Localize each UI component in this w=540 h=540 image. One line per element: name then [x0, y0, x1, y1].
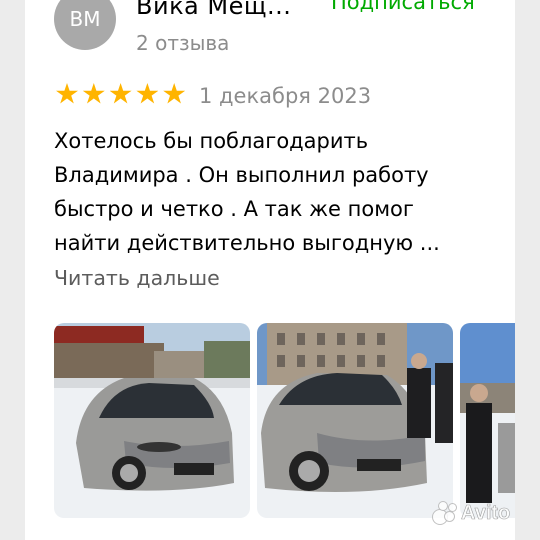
review-photo-2[interactable]	[257, 323, 453, 518]
review-text: Хотелось бы поблагодарить Владимира . Он…	[54, 129, 440, 255]
review-photo-3[interactable]	[460, 323, 515, 518]
avito-logo-icon	[432, 501, 458, 525]
author-name[interactable]: Вика Мещ...	[136, 0, 291, 20]
rating-stars	[56, 83, 190, 105]
photo-gallery[interactable]	[54, 323, 515, 518]
star-icon	[136, 83, 159, 104]
review-date: 1 декабря 2023	[199, 84, 372, 108]
review-photo-1[interactable]	[54, 323, 250, 518]
star-icon	[109, 83, 132, 104]
star-icon	[56, 83, 78, 104]
star-icon	[163, 83, 186, 104]
star-icon	[82, 83, 105, 104]
review-card: ВМ Вика Мещ... Подписаться 2 отзыва 1 де…	[25, 0, 515, 540]
avatar[interactable]: ВМ	[54, 0, 116, 50]
read-more-link[interactable]: Читать дальше	[54, 266, 220, 290]
avito-watermark: Avito	[432, 501, 511, 525]
avito-watermark-text: Avito	[461, 501, 511, 524]
subscribe-button[interactable]: Подписаться	[331, 0, 475, 14]
avatar-initials: ВМ	[69, 7, 101, 31]
review-count: 2 отзыва	[136, 31, 230, 55]
